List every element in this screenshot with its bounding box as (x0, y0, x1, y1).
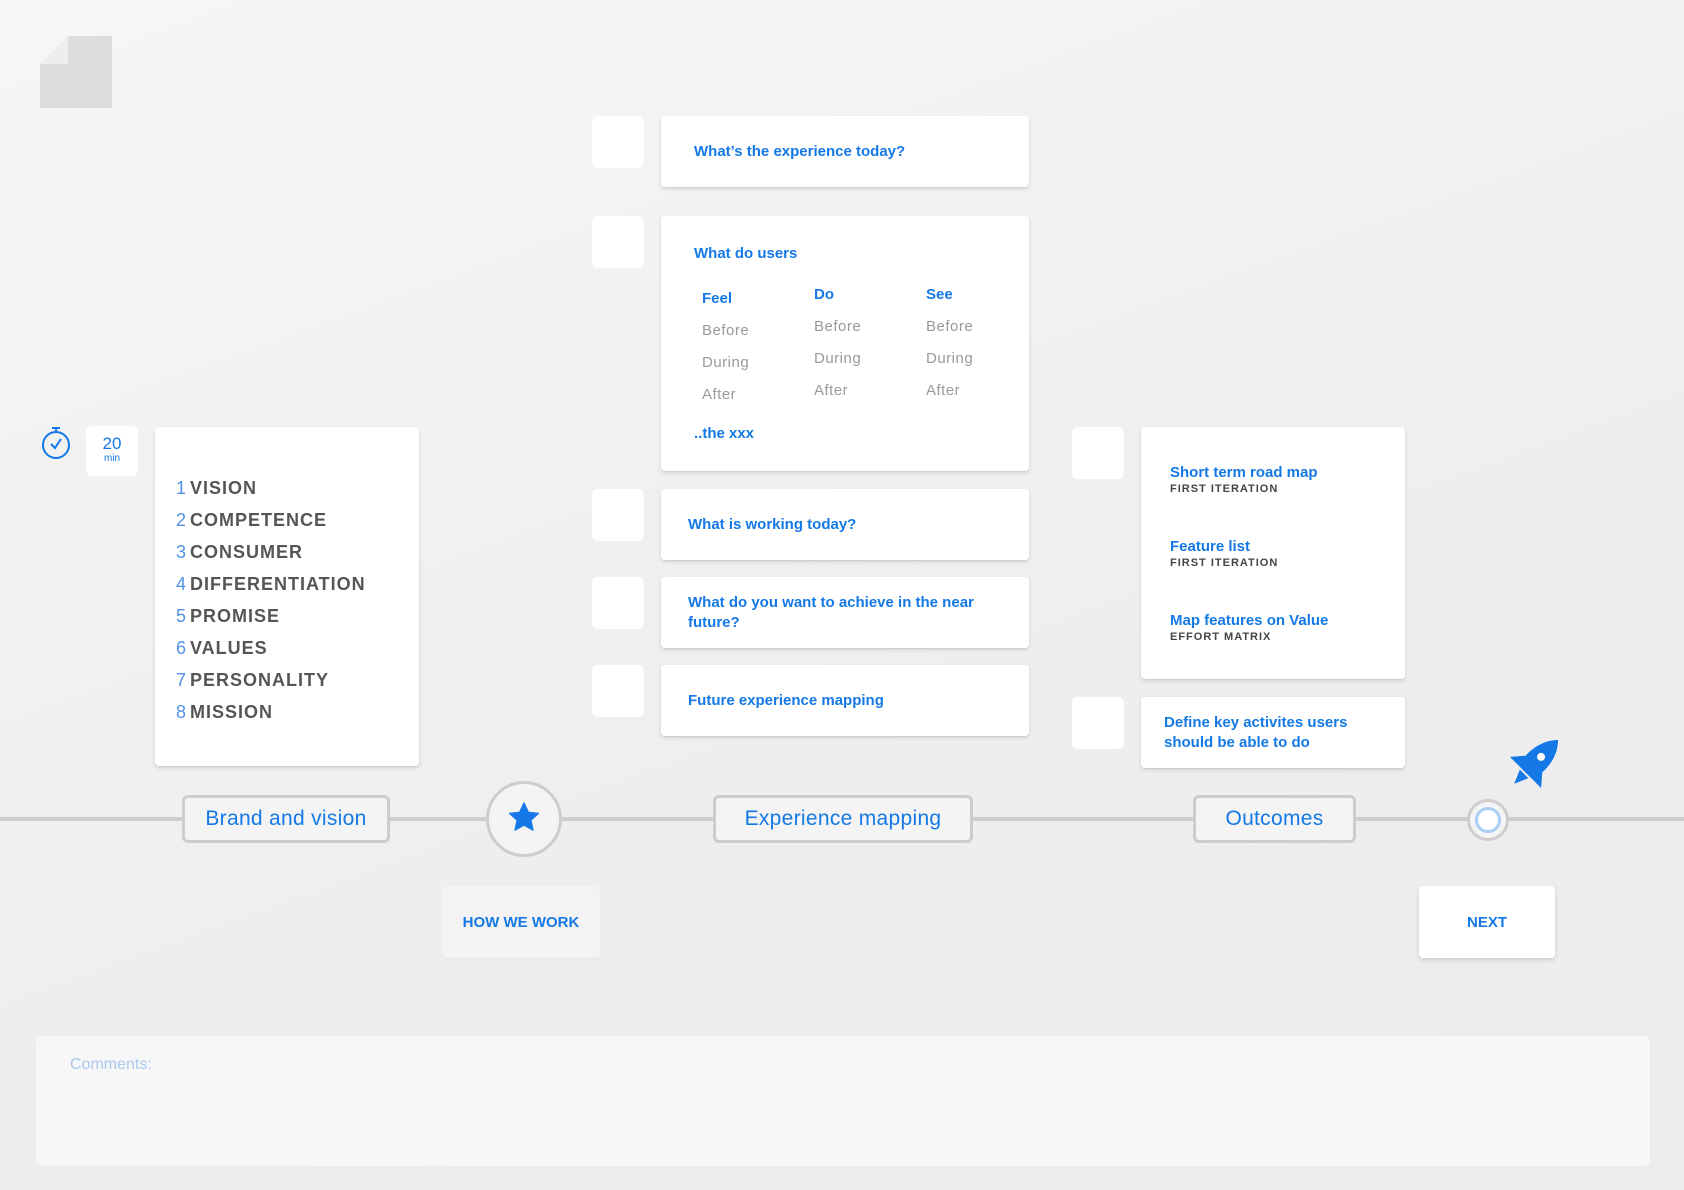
what-do-users-card[interactable]: What do users Feel Before During After D… (661, 216, 1029, 471)
star-milestone[interactable] (486, 781, 562, 857)
checkbox-what-do-users[interactable] (592, 216, 644, 268)
next-button[interactable]: NEXT (1419, 886, 1555, 958)
step-item: 4 DIFFERENTIATION (176, 574, 366, 594)
step-item: 2 COMPETENCE (176, 510, 328, 530)
brand-steps-list: 1 VISION 2 COMPETENCE 3 CONSUMER 4 DIFFERENT… (176, 478, 366, 734)
step-item: 7 PERSONALITY (176, 670, 330, 690)
step-item: 3 CONSUMER (176, 542, 304, 562)
stopwatch-icon[interactable] (40, 426, 72, 465)
near-future-text: What do you want to achieve in the near … (688, 594, 974, 631)
experience-today-text: What’s the experience today? (694, 143, 906, 160)
rocket-icon (1496, 726, 1572, 807)
outcome-item: Feature list FIRST ITERATION (1170, 538, 1279, 569)
experience-pill-label: Experience mapping (744, 807, 942, 830)
key-activities-card[interactable]: Define key activites users should be abl… (1141, 697, 1405, 768)
see-before: Before (926, 318, 974, 335)
what-do-users-footer: ..the xxx (694, 425, 755, 442)
outcome-item: Map features on Value EFFORT MATRIX (1170, 612, 1329, 643)
experience-today-card[interactable]: What’s the experience today? (661, 116, 1029, 187)
step-item: 8 MISSION (176, 702, 274, 722)
checkbox-key-activities[interactable] (1072, 697, 1124, 749)
what-do-users-title: What do users (694, 245, 798, 262)
outcome-item: Short term road map FIRST ITERATION (1170, 464, 1318, 495)
do-during: During (814, 350, 862, 367)
brand-pill-label: Brand and vision (205, 807, 367, 830)
column-do-head: Do (814, 286, 834, 303)
comments-label: Comments: (70, 1056, 152, 1073)
step-item: 5 PROMISE (176, 606, 281, 626)
checkbox-working-today[interactable] (592, 489, 644, 541)
feel-before: Before (702, 322, 750, 339)
do-before: Before (814, 318, 862, 335)
outcomes-card[interactable]: Short term road map FIRST ITERATION Feat… (1141, 427, 1405, 679)
do-after: After (814, 382, 849, 399)
timer-unit: min (103, 453, 121, 464)
working-today-text: What is working today? (688, 516, 857, 533)
timer-value: 20 (102, 434, 122, 453)
checkbox-experience-today[interactable] (592, 116, 644, 168)
checkbox-future-mapping[interactable] (592, 665, 644, 717)
future-mapping-card[interactable]: Future experience mapping (661, 665, 1029, 736)
experience-mapping-pill[interactable]: Experience mapping (713, 795, 973, 843)
future-mapping-text: Future experience mapping (688, 692, 884, 709)
working-today-card[interactable]: What is working today? (661, 489, 1029, 560)
comments-field[interactable]: Comments: (36, 1036, 1650, 1166)
timer-display: 20 min (86, 426, 138, 476)
step-item: 6 VALUES (176, 638, 268, 658)
outcomes-pill[interactable]: Outcomes (1193, 795, 1356, 843)
checkbox-outcomes[interactable] (1072, 427, 1124, 479)
outcomes-pill-label: Outcomes (1225, 807, 1324, 830)
column-feel-head: Feel (702, 290, 733, 307)
how-we-work-button[interactable]: HOW WE WORK (442, 886, 600, 958)
see-after: After (926, 382, 961, 399)
star-icon (507, 801, 541, 838)
feel-during: During (702, 354, 750, 371)
near-future-card[interactable]: What do you want to achieve in the near … (661, 577, 1029, 648)
see-during: During (926, 350, 974, 367)
column-see-head: See (926, 286, 953, 303)
checkbox-near-future[interactable] (592, 577, 644, 629)
key-activities-text: Define key activites users should be abl… (1164, 714, 1348, 751)
document-icon (40, 36, 112, 108)
brand-and-vision-pill[interactable]: Brand and vision (182, 795, 390, 843)
step-item: 1 VISION (176, 478, 258, 498)
feel-after: After (702, 386, 737, 403)
